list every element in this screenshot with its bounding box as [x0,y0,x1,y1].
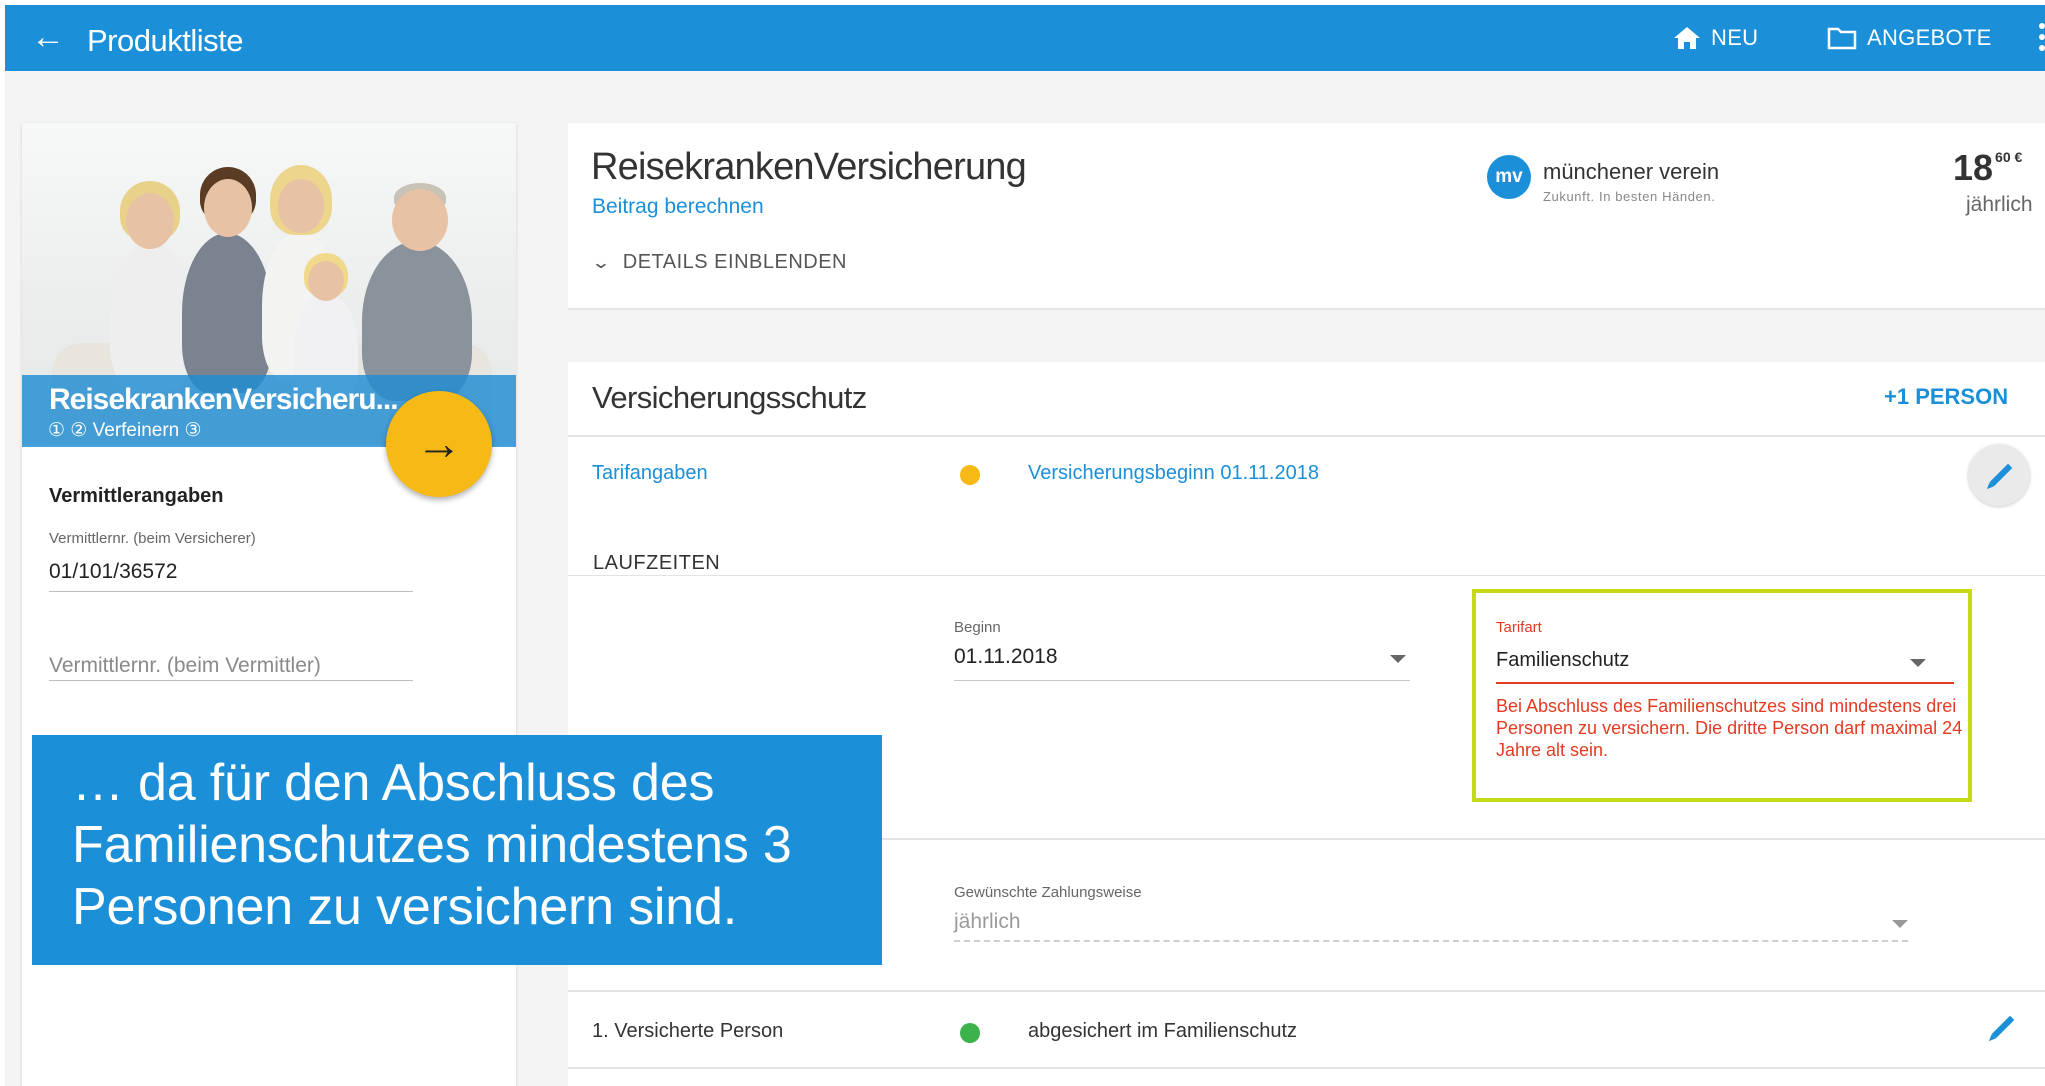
app-bar: ← Produktliste NEU ANGEBOTE [5,5,2045,71]
coverage-title: Versicherungsschutz [592,380,867,415]
person-1-status: abgesichert im Familienschutz [1028,1020,1297,1042]
tariff-type-select[interactable]: Familienschutz [1496,649,1629,672]
price-cents: 60 € [1995,149,2023,165]
back-arrow-icon[interactable]: ← [31,19,65,55]
product-title: ReisekrankenVersicherung [591,146,1027,188]
insured-person-1-label: 1. Versicherte Person [592,1020,784,1042]
person-1-status-dot [960,1023,980,1043]
chevron-down-icon[interactable] [1390,655,1406,663]
chevron-down-icon[interactable] [1892,920,1908,928]
divider [568,435,2045,437]
step-indicator: ① ② Verfeinern ③ [48,420,202,441]
payment-mode-select[interactable]: jährlich [954,910,1021,934]
broker-number-insurer-input[interactable]: 01/101/36572 [49,560,177,584]
product-card-name: ReisekrankenVersicheru... [49,383,399,416]
tariff-type-underline [1496,682,1954,684]
show-details-label: DETAILS EINBLENDEN [622,251,847,273]
chevron-down-icon[interactable] [1910,659,1926,667]
chevron-down-icon: ⌄ [591,253,612,272]
screenshot-stage: ← Produktliste NEU ANGEBOTE Reisekranken… [0,0,2045,1086]
insurance-panel: Versicherungsschutz +1 PERSON Tarifangab… [568,362,2045,1086]
calculate-premium-link[interactable]: Beitrag berechnen [592,195,764,219]
next-step-button[interactable]: → [386,391,492,497]
start-date-select[interactable]: 01.11.2018 [954,645,1058,669]
price-main: 18 [1953,147,1994,188]
nav-offers-button[interactable]: ANGEBOTE [1827,25,1992,51]
insurer-logo-mark: mv [1487,155,1531,199]
start-date-underline [954,680,1410,681]
app-bar-title: Produktliste [87,23,243,58]
insurer-tagline: Zukunft. In besten Händen. [1543,189,1716,204]
tariff-type-highlight: Tarifart Familienschutz Bei Abschluss de… [1472,589,1972,802]
broker-number-insurer-label: Vermittlernr. (beim Versicherer) [49,530,256,547]
price: 18 60 € [1953,147,2022,189]
callout-line-1: … da für den Abschluss des [72,754,715,812]
callout-line-3: Personen zu versichern sind. [72,878,737,936]
explanation-callout: … da für den Abschluss des Familienschut… [32,735,882,965]
callout-line-2: Familienschutzes mindestens 3 [72,816,792,874]
product-header-panel: ReisekrankenVersicherung Beitrag berechn… [568,123,2045,310]
edit-person-1-pencil-icon[interactable] [1991,1015,2015,1039]
tariff-status-dot [960,465,980,485]
broker-number-broker-input[interactable]: Vermittlernr. (beim Vermittler) [49,654,321,678]
arrow-right-icon: → [416,417,462,469]
price-period: jährlich [1966,193,2033,216]
terms-heading: LAUFZEITEN [593,552,721,574]
home-icon [1674,27,1700,49]
folder-icon [1827,27,1857,50]
pencil-icon [1989,463,2013,487]
divider [568,990,2045,992]
nav-new-button[interactable]: NEU [1673,25,1758,51]
tariff-details-link[interactable]: Tarifangaben [592,462,708,485]
divider [568,1067,2045,1069]
broker-number-broker-underline [49,680,413,681]
broker-number-insurer-underline [49,591,413,592]
more-menu-icon[interactable] [2033,23,2045,53]
insurer-name: münchener verein [1543,159,1720,184]
tariff-type-label: Tarifart [1496,619,1542,636]
edit-tariff-button[interactable] [1968,444,2030,506]
broker-section-title: Vermittlerangaben [49,485,224,507]
insurance-start-link[interactable]: Versicherungsbeginn 01.11.2018 [1028,462,1319,485]
divider [568,308,2045,310]
show-details-toggle[interactable]: ⌄ DETAILS EINBLENDEN [591,251,847,274]
divider [568,575,2045,576]
payment-mode-underline [954,940,1908,942]
nav-offers-label: ANGEBOTE [1867,25,1992,50]
add-person-button[interactable]: +1 PERSON [1884,384,2008,410]
start-date-label: Beginn [954,619,1001,636]
payment-mode-label: Gewünschte Zahlungsweise [954,884,1142,901]
tariff-type-error: Bei Abschluss des Familienschutzes sind … [1496,696,1963,760]
nav-new-label: NEU [1711,25,1759,50]
